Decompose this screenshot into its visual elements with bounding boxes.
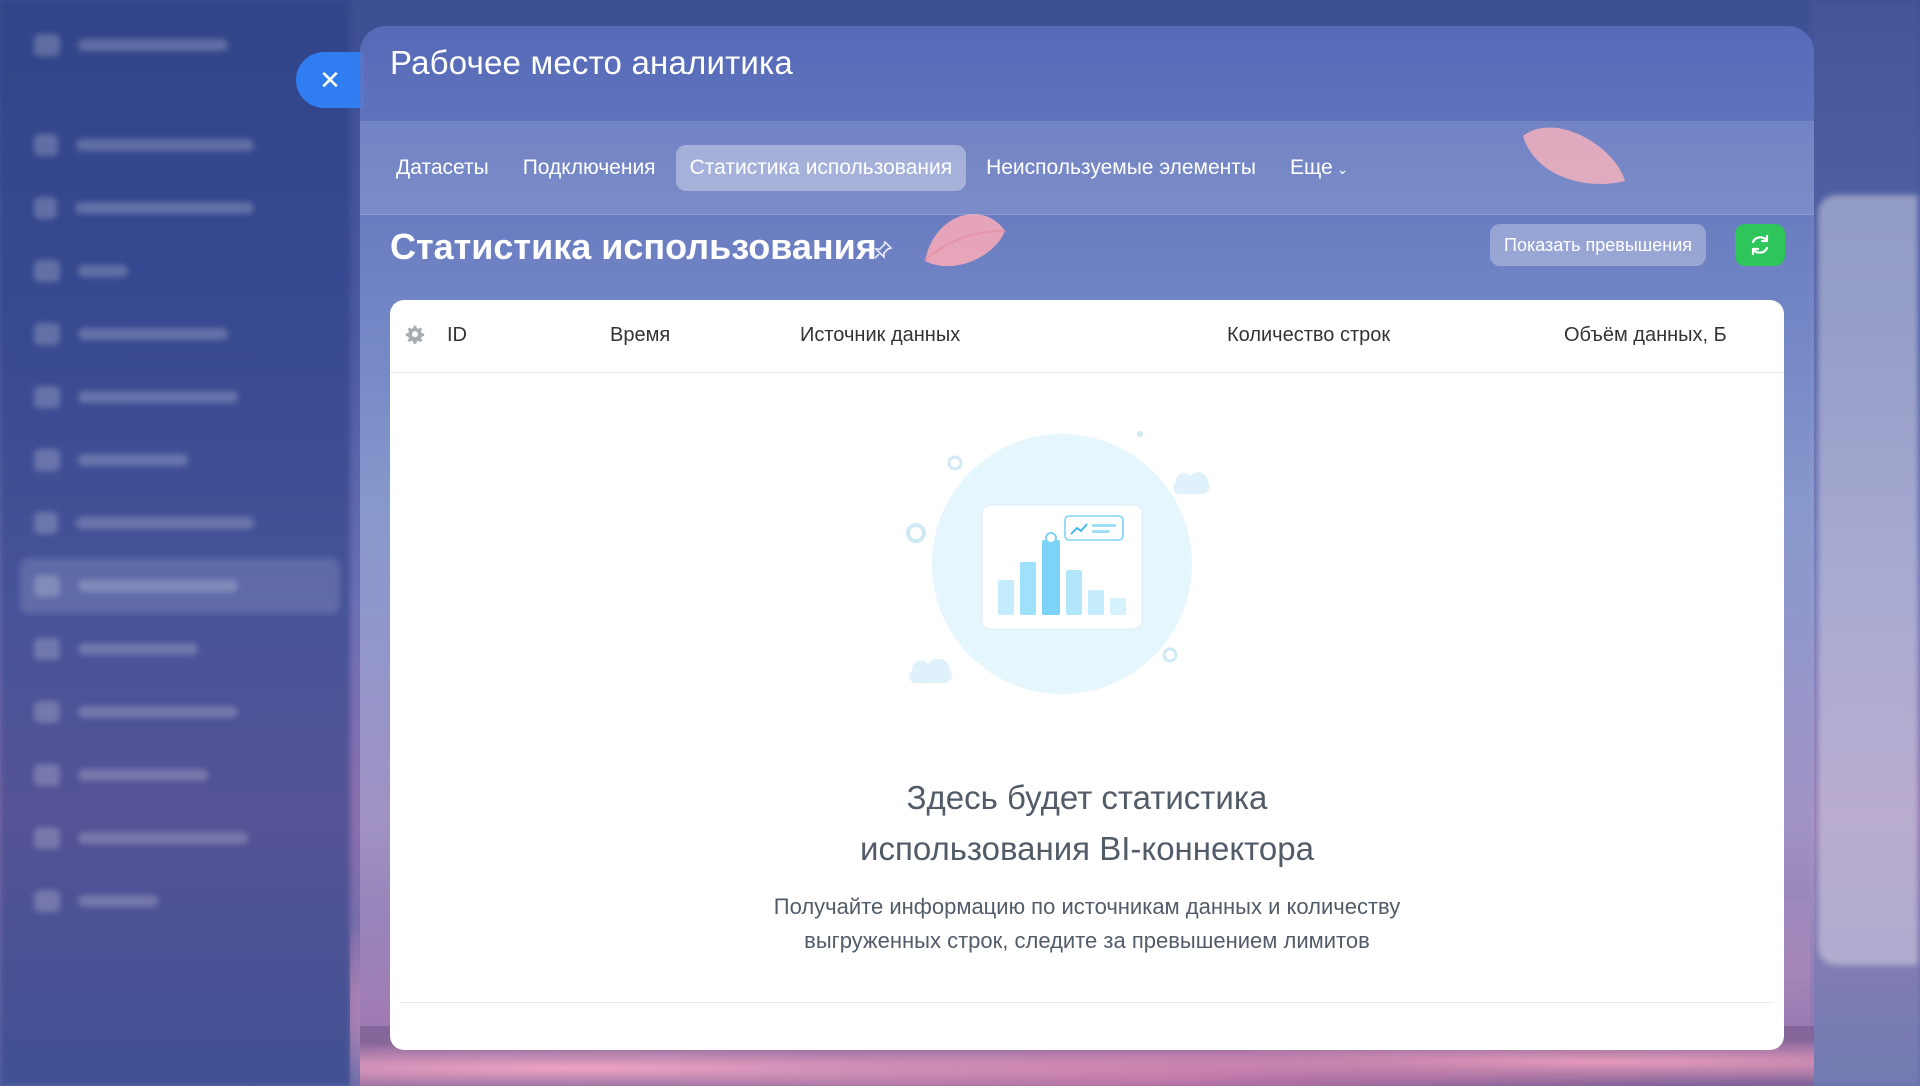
close-icon: ✕ (319, 64, 341, 95)
column-header-time[interactable]: Время (610, 324, 670, 347)
analyst-workspace-panel: Рабочее место аналитика Датасеты Подключ… (360, 26, 1814, 1086)
panel-title: Рабочее место аналитика (390, 44, 793, 81)
column-header-id[interactable]: ID (447, 324, 467, 347)
page-title: Статистика использования (390, 226, 877, 267)
show-exceed-button[interactable]: Показать превышения (1490, 224, 1706, 266)
empty-state-illustration (906, 431, 1210, 694)
empty-state-description: Получайте информацию по источникам данны… (390, 890, 1784, 958)
pin-icon[interactable] (873, 240, 893, 266)
background-sidebar-item (34, 195, 254, 221)
background-sidebar-item (34, 258, 254, 284)
background-sidebar-item (34, 510, 254, 536)
empty-state-title-line: Здесь будет статистика (906, 779, 1268, 816)
chevron-down-icon: ⌄ (1336, 160, 1349, 177)
empty-state-description-line: выгруженных строк, следите за превышение… (804, 928, 1370, 953)
background-sidebar-item (34, 132, 254, 158)
empty-state-title-line: использования BI-коннектора (860, 830, 1314, 867)
background-sidebar-item (34, 32, 254, 58)
tab-more[interactable]: Еще ⌄ (1276, 145, 1362, 191)
tab-usage-statistics[interactable]: Статистика использования (675, 144, 967, 191)
table-header: ID Время Источник данных Количество стро… (390, 300, 1784, 373)
background-sidebar-item (34, 888, 254, 914)
divider (400, 1002, 1774, 1003)
background-sidebar-item (34, 636, 254, 662)
background-sidebar-item (34, 384, 254, 410)
tab-label: Подключения (522, 155, 656, 179)
tab-datasets[interactable]: Датасеты (382, 145, 503, 191)
background-sidebar-item-active (20, 558, 340, 614)
tab-connections[interactable]: Подключения (509, 145, 670, 191)
tab-label: Неиспользуемые элементы (986, 155, 1256, 179)
background-right-panel (1810, 0, 1920, 1086)
background-sidebar-item (34, 762, 254, 788)
background-sidebar-item (34, 699, 254, 725)
tab-label: Еще (1289, 155, 1333, 179)
gear-icon[interactable] (404, 324, 426, 351)
background-sidebar (0, 0, 350, 1086)
button-label: Показать превышения (1504, 234, 1692, 255)
column-header-data-volume[interactable]: Объём данных, Б (1564, 324, 1727, 347)
tab-label: Статистика использования (689, 155, 953, 179)
tab-bar: Датасеты Подключения Статистика использо… (360, 121, 1814, 215)
refresh-button[interactable] (1735, 224, 1785, 266)
column-header-data-source[interactable]: Источник данных (800, 324, 960, 347)
column-header-row-count[interactable]: Количество строк (1227, 324, 1390, 347)
usage-statistics-table: ID Время Источник данных Количество стро… (390, 300, 1784, 1050)
empty-state-title: Здесь будет статистика использования BI-… (390, 772, 1784, 874)
background-sidebar-item (34, 825, 254, 851)
tab-label: Датасеты (396, 155, 489, 179)
empty-state-description-line: Получайте информацию по источникам данны… (773, 894, 1401, 919)
refresh-icon (1751, 234, 1769, 256)
tab-unused-elements[interactable]: Неиспользуемые элементы (972, 145, 1270, 191)
close-button[interactable]: ✕ (296, 52, 364, 108)
background-sidebar-item (34, 321, 254, 347)
background-sidebar-item (34, 447, 254, 473)
